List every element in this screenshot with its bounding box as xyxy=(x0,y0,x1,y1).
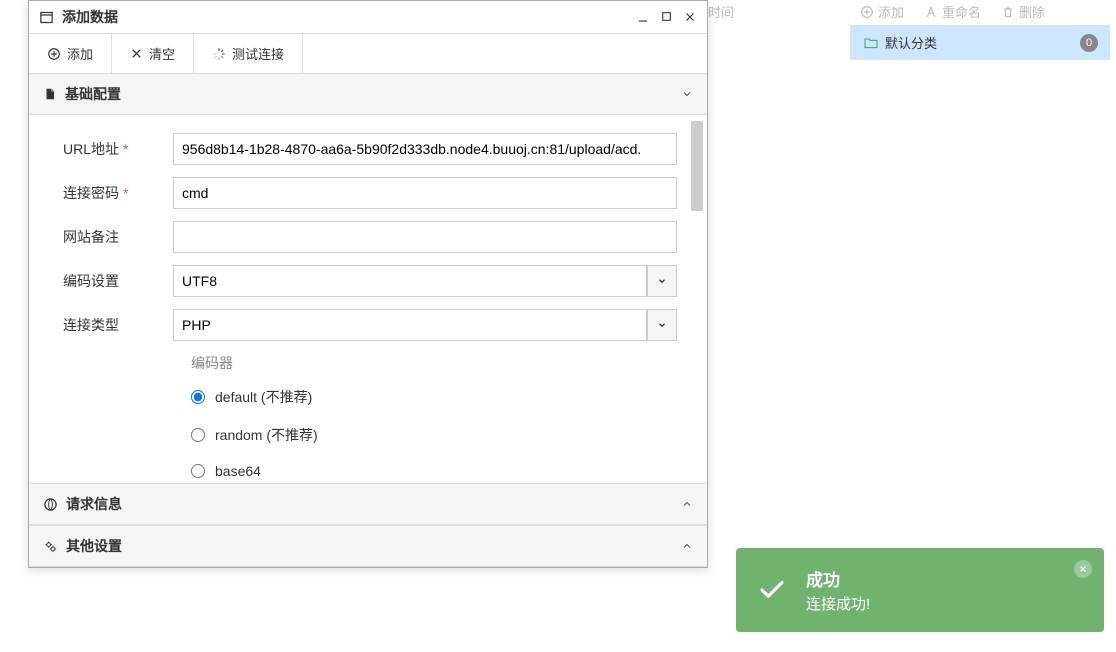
browser-icon xyxy=(43,497,58,512)
chevron-down-icon xyxy=(657,320,667,330)
section-other-header[interactable]: 其他设置 xyxy=(29,525,707,567)
scrollbar-thumb[interactable] xyxy=(691,121,703,211)
toast-title: 成功 xyxy=(806,566,870,591)
bg-rename: 重命名 xyxy=(924,2,981,21)
encoding-select[interactable] xyxy=(173,265,647,297)
type-dropdown-button[interactable] xyxy=(647,309,677,341)
encoder-option-random[interactable]: random (不推荐) xyxy=(191,425,677,445)
trash-icon xyxy=(1001,5,1015,19)
sidebar-item-label: 默认分类 xyxy=(885,33,937,52)
section-request-header[interactable]: 请求信息 xyxy=(29,483,707,525)
font-icon xyxy=(924,5,938,19)
toolbar-add-button[interactable]: 添加 xyxy=(29,34,112,73)
chevron-down-icon xyxy=(681,88,693,100)
dialog-title: 添加数据 xyxy=(62,7,118,27)
plus-circle-icon xyxy=(860,5,874,19)
minimize-button[interactable] xyxy=(636,10,650,24)
sidebar-item-default[interactable]: 默认分类 0 xyxy=(851,25,1110,60)
close-icon xyxy=(1078,564,1088,574)
remark-input[interactable] xyxy=(173,221,677,253)
dialog-toolbar: 添加 清空 测试连接 xyxy=(29,33,707,74)
close-button[interactable] xyxy=(683,10,697,24)
count-badge: 0 xyxy=(1080,34,1098,52)
password-label: 连接密码* xyxy=(63,183,173,203)
encoder-option-base64[interactable]: base64 xyxy=(191,463,677,479)
file-icon xyxy=(43,87,57,101)
maximize-button[interactable] xyxy=(660,10,673,24)
chevron-down-icon xyxy=(657,276,667,286)
url-input[interactable] xyxy=(173,133,677,165)
encoding-label: 编码设置 xyxy=(63,271,173,291)
check-icon xyxy=(756,574,788,606)
radio-random[interactable] xyxy=(191,428,205,442)
window-icon xyxy=(39,10,54,25)
section-basic-header[interactable]: 基础配置 xyxy=(29,74,707,115)
toolbar-clear-button[interactable]: 清空 xyxy=(112,34,194,73)
password-input[interactable] xyxy=(173,177,677,209)
chevron-up-icon xyxy=(681,498,693,510)
url-label: URL地址* xyxy=(63,139,173,159)
toast-close-button[interactable] xyxy=(1074,560,1092,578)
add-data-dialog: 添加数据 添加 清空 xyxy=(28,0,708,568)
radio-default[interactable] xyxy=(191,390,205,404)
toast-message: 连接成功! xyxy=(806,593,870,614)
encoder-title: 编码器 xyxy=(191,353,677,373)
x-icon xyxy=(130,47,143,60)
gears-icon xyxy=(43,539,58,554)
bg-add: 添加 xyxy=(860,2,904,21)
success-toast: 成功 连接成功! xyxy=(736,548,1104,632)
encoder-option-default[interactable]: default (不推荐) xyxy=(191,387,677,407)
category-sidebar: 默认分类 0 xyxy=(850,25,1110,60)
radio-base64[interactable] xyxy=(191,464,205,478)
dialog-titlebar[interactable]: 添加数据 xyxy=(29,1,707,33)
chevron-up-icon xyxy=(681,540,693,552)
type-label: 连接类型 xyxy=(63,315,173,335)
bg-column-time: 时间 xyxy=(708,2,734,21)
spinner-icon xyxy=(212,47,226,61)
bg-delete: 删除 xyxy=(1001,2,1045,21)
toolbar-test-button[interactable]: 测试连接 xyxy=(194,34,303,73)
plus-circle-icon xyxy=(47,47,61,61)
encoding-dropdown-button[interactable] xyxy=(647,265,677,297)
section-basic-body: URL地址* 连接密码* 网站备注 编码设置 xyxy=(29,115,707,483)
type-select[interactable] xyxy=(173,309,647,341)
folder-icon xyxy=(863,35,879,51)
remark-label: 网站备注 xyxy=(63,227,173,247)
